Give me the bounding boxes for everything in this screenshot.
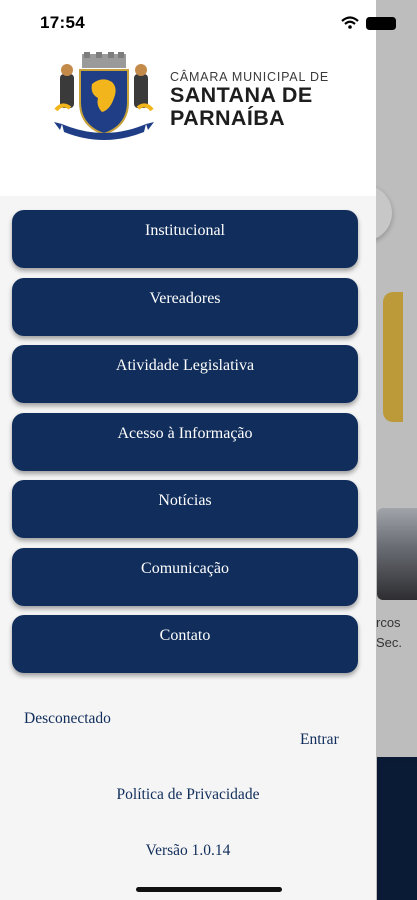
status-icons [341,16,396,30]
app-version: Versão 1.0.14 [145,842,231,859]
login-link[interactable]: Entrar [300,731,339,749]
menu-item-noticias[interactable]: Notícias [12,480,358,538]
drawer-header: 17:54 CÂMARA MUNICIPAL DE SANTANA DE PAR… [0,0,396,196]
drawer-scrim[interactable] [376,0,417,900]
municipal-coat-of-arms-icon [54,52,154,140]
org-subtitle: CÂMARA MUNICIPAL DE [170,70,329,84]
privacy-policy-link[interactable]: Política de Privacidade [0,786,376,804]
status-time: 17:54 [40,13,85,32]
wifi-icon [341,16,359,29]
menu-item-comunicacao[interactable]: Comunicação [12,548,358,606]
battery-icon [366,17,396,30]
connection-status: Desconectado [24,710,111,727]
navigation-drawer: 17:54 CÂMARA MUNICIPAL DE SANTANA DE PAR… [0,0,396,900]
menu-item-atividade-legislativa[interactable]: Atividade Legislativa [12,345,358,403]
org-title-line-1: SANTANA DE [170,83,313,107]
menu-item-contato[interactable]: Contato [12,615,358,673]
home-indicator[interactable] [136,887,282,892]
org-title-line-2: PARNAÍBA [170,106,286,130]
menu-item-vereadores[interactable]: Vereadores [12,278,358,336]
menu-item-acesso-informacao[interactable]: Acesso à Informação [12,413,358,471]
menu-item-institucional[interactable]: Institucional [12,210,358,268]
